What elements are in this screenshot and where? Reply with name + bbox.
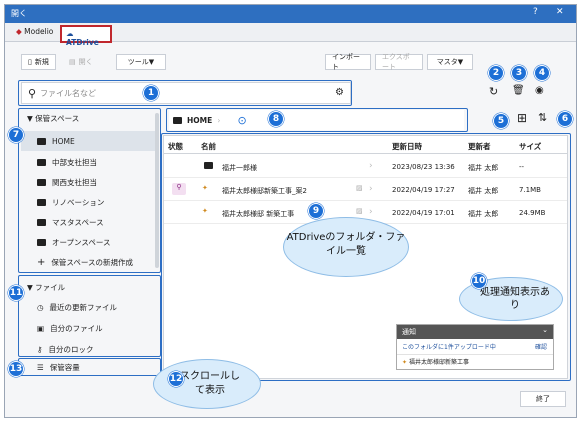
callout-box-11 [18, 275, 161, 357]
new-button[interactable]: ▯ 新規 [21, 54, 56, 70]
title-bar: 開く ? ✕ [5, 5, 576, 23]
callout-1: 1 [143, 85, 159, 101]
callout-9: 9 [308, 203, 324, 219]
tools-button[interactable]: ツール▼ [116, 54, 166, 70]
close-window-button[interactable]: ✕ [556, 7, 564, 17]
open-label: 開く [78, 58, 93, 66]
refresh-icon[interactable]: ↻ [489, 85, 498, 98]
trash-icon[interactable]: 🗑 [512, 85, 525, 96]
open-button[interactable]: ▤ 開く [63, 54, 99, 70]
callout-8: 8 [268, 111, 284, 127]
new-label: 新規 [34, 58, 49, 66]
callout-12: 12 [168, 371, 184, 387]
open-icon: ▤ [69, 58, 76, 66]
grid-view-icon[interactable]: ⊞ [517, 111, 527, 125]
callout-13: 13 [8, 361, 24, 377]
tab-label: Modelio [24, 27, 54, 36]
cloud-icon: ☁ [66, 29, 74, 38]
callout-2: 2 [488, 65, 504, 81]
bubble-file-list: ATDriveのフォルダ・ファイル一覧 [283, 217, 409, 277]
modelio-icon: ◆ [16, 27, 22, 36]
export-button[interactable]: エクスポート [375, 53, 423, 71]
callout-box-1 [18, 80, 352, 106]
sort-icon[interactable]: ⇅ [538, 111, 547, 124]
tools-label: ツール▼ [127, 58, 155, 66]
tab-bar: ◆ Modelio ☁ ATDrive [5, 23, 576, 47]
callout-10: 10 [471, 273, 487, 289]
callout-3: 3 [511, 65, 527, 81]
callout-4: 4 [534, 65, 550, 81]
tab-atdrive[interactable]: ☁ ATDrive [60, 25, 112, 47]
import-label: インポート [332, 53, 360, 71]
file-new-icon: ▯ [28, 58, 32, 66]
callout-6: 6 [557, 111, 573, 127]
window-title: 開く [11, 9, 27, 18]
callout-box-7 [18, 108, 161, 273]
callout-box-8 [166, 108, 468, 132]
callout-11: 11 [8, 285, 24, 301]
open-dialog: 開く ? ✕ ◆ Modelio ☁ ATDrive ▯ 新規 ▤ 開く ツール▼ … [4, 4, 577, 418]
master-button[interactable]: マスタ▼ [427, 54, 473, 70]
master-label: マスタ▼ [436, 58, 464, 66]
callout-7: 7 [8, 127, 24, 143]
exit-label: 終了 [536, 395, 550, 403]
import-button[interactable]: インポート [325, 53, 371, 71]
export-label: エクスポート [382, 53, 410, 71]
callout-box-13 [18, 358, 161, 376]
tab-modelio[interactable]: ◆ Modelio [11, 23, 63, 41]
callout-5: 5 [493, 113, 509, 129]
account-icon[interactable]: ◉ [535, 85, 544, 96]
exit-button[interactable]: 終了 [520, 391, 566, 407]
help-button[interactable]: ? [533, 7, 538, 17]
tab-label: ATDrive [66, 38, 99, 47]
